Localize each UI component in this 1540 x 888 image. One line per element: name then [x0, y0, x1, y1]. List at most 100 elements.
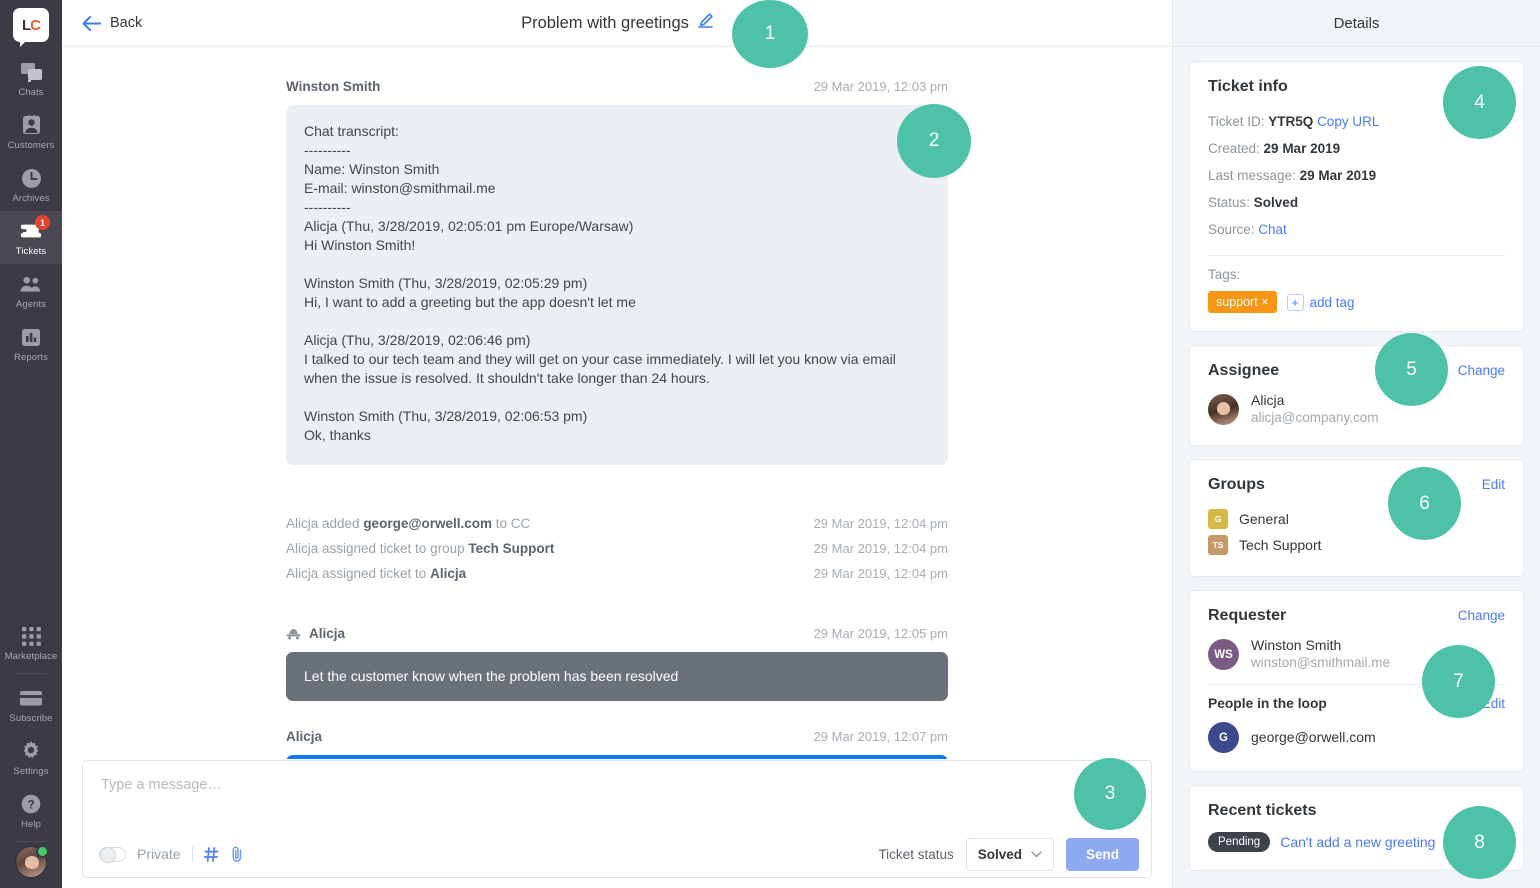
- composer-actions: Ticket status Solved Send: [878, 837, 1139, 871]
- status-label: Status:: [1208, 195, 1251, 210]
- livechat-logo[interactable]: LC: [13, 8, 49, 47]
- assignee-header: Assignee Change: [1208, 362, 1505, 380]
- requester-person: WS Winston Smith winston@smithmail.me: [1208, 637, 1505, 672]
- sidebar-divider: [16, 673, 46, 674]
- add-tag-button[interactable]: + add tag: [1286, 293, 1355, 311]
- requester-card: Requester Change WS Winston Smith winsto…: [1189, 590, 1524, 772]
- ticket-status-label: Ticket status: [878, 846, 954, 862]
- tickets-icon: 1: [20, 215, 50, 242]
- assignee-change-link[interactable]: Change: [1458, 363, 1505, 378]
- people-in-loop-edit-link[interactable]: Edit: [1482, 696, 1505, 711]
- message-author: Alicja: [286, 626, 345, 641]
- event-row: Alicja assigned ticket to Alicja 29 Mar …: [286, 561, 948, 586]
- tag-label: support: [1216, 295, 1258, 309]
- loop-avatar: G: [1208, 722, 1239, 753]
- chats-icon: [20, 61, 42, 83]
- details-panel: Details Ticket info Ticket ID: YTR5Q Cop…: [1172, 0, 1540, 888]
- sidebar-label-reports: Reports: [14, 352, 48, 363]
- message-input[interactable]: Type a message…: [83, 761, 1151, 831]
- paperclip-icon[interactable]: [230, 846, 244, 862]
- event-timestamp: 29 Mar 2019, 12:04 pm: [813, 541, 948, 556]
- chevron-down-icon: [1031, 850, 1042, 858]
- assignee-person: Alicja alicja@company.com: [1208, 392, 1505, 427]
- ticket-info-card: Ticket info Ticket ID: YTR5Q Copy URL Cr…: [1189, 61, 1524, 332]
- hashtag-icon[interactable]: [203, 846, 219, 862]
- source-row: Source: Chat: [1208, 216, 1505, 243]
- sidebar-item-settings[interactable]: Settings: [0, 731, 62, 784]
- ticket-status-select[interactable]: Solved: [965, 837, 1054, 871]
- sidebar-item-subscribe[interactable]: Subscribe: [0, 678, 62, 731]
- avatar[interactable]: [15, 845, 49, 878]
- event-log: Alicja added george@orwell.com to CC 29 …: [286, 511, 948, 586]
- loop-person: G george@orwell.com: [1208, 722, 1505, 753]
- last-message-value: 29 Mar 2019: [1299, 168, 1377, 183]
- sidebar-item-tickets[interactable]: 1 Tickets: [0, 211, 62, 264]
- gear-icon: [20, 740, 42, 762]
- ticket-topbar: Back Problem with greetings: [62, 0, 1172, 47]
- assignee-name: Alicja: [1251, 392, 1285, 408]
- sidebar-item-agents[interactable]: Agents: [0, 264, 62, 317]
- source-value[interactable]: Chat: [1258, 222, 1287, 237]
- source-label: Source:: [1208, 222, 1255, 237]
- message-header: Alicja 29 Mar 2019, 12:05 pm: [286, 626, 948, 641]
- message-timestamp: 29 Mar 2019, 12:07 pm: [813, 729, 948, 744]
- sidebar-item-customers[interactable]: Customers: [0, 105, 62, 158]
- sidebar-item-archives[interactable]: Archives: [0, 158, 62, 211]
- plus-icon: +: [1286, 293, 1304, 311]
- message-timestamp: 29 Mar 2019, 12:05 pm: [813, 626, 948, 641]
- message-transcript: Winston Smith 29 Mar 2019, 12:03 pm Chat…: [286, 79, 948, 465]
- message-header: Alicja 29 Mar 2019, 12:07 pm: [286, 729, 948, 744]
- toggle-knob: [100, 846, 116, 863]
- people-in-loop-header: People in the loop Edit: [1208, 696, 1505, 711]
- ticket-info-divider: [1208, 255, 1505, 256]
- copy-url-link[interactable]: Copy URL: [1317, 114, 1379, 129]
- event-row: Alicja assigned ticket to group Tech Sup…: [286, 536, 948, 561]
- event-timestamp: 29 Mar 2019, 12:04 pm: [813, 566, 948, 581]
- remove-tag-icon[interactable]: ×: [1261, 295, 1268, 309]
- sidebar-item-help[interactable]: ? Help: [0, 784, 62, 837]
- pencil-icon[interactable]: [698, 13, 713, 33]
- reports-icon: [20, 326, 42, 348]
- requester-divider: [1208, 684, 1505, 685]
- requester-change-link[interactable]: Change: [1458, 608, 1505, 623]
- message-private-note: Alicja 29 Mar 2019, 12:05 pm Let the cus…: [286, 626, 948, 701]
- recent-tickets-title: Recent tickets: [1208, 802, 1317, 819]
- groups-edit-link[interactable]: Edit: [1482, 477, 1505, 492]
- marketplace-icon: [20, 625, 42, 647]
- agents-icon: [20, 273, 42, 295]
- created-row: Created: 29 Mar 2019: [1208, 135, 1505, 162]
- sidebar-item-marketplace[interactable]: Marketplace: [0, 616, 62, 669]
- online-status-dot: [36, 845, 49, 858]
- groups-title: Groups: [1208, 476, 1265, 493]
- status-row: Status: Solved: [1208, 189, 1505, 216]
- ticket-info-title: Ticket info: [1208, 78, 1288, 95]
- group-row: G General: [1208, 506, 1505, 532]
- assignee-avatar: [1208, 394, 1239, 425]
- details-header: Details: [1173, 0, 1540, 47]
- ticket-id-value: YTR5Q: [1268, 114, 1314, 129]
- ticket-title-wrap: Problem with greetings: [62, 13, 1172, 33]
- sidebar-item-chats[interactable]: Chats: [0, 52, 62, 105]
- assignee-info: Alicja alicja@company.com: [1251, 392, 1379, 427]
- recent-ticket-link[interactable]: Can't add a new greeting: [1280, 834, 1435, 850]
- sidebar-label-marketplace: Marketplace: [4, 651, 58, 662]
- back-button[interactable]: Back: [82, 15, 142, 31]
- sidebar-label-tickets: Tickets: [15, 246, 47, 257]
- private-toggle[interactable]: [99, 846, 126, 863]
- logo-right-letter: C: [30, 16, 41, 34]
- event-timestamp: 29 Mar 2019, 12:04 pm: [813, 516, 948, 531]
- requester-header: Requester Change: [1208, 607, 1505, 625]
- customers-icon: [20, 114, 42, 136]
- message-composer: Type a message… Private Ticket status So…: [82, 760, 1152, 878]
- message-body: Chat transcript: ---------- Name: Winsto…: [286, 105, 948, 465]
- tag-chip[interactable]: support ×: [1208, 291, 1277, 313]
- tags-label: Tags:: [1208, 267, 1241, 282]
- note-body: Let the customer know when the problem h…: [286, 652, 948, 701]
- groups-header: Groups Edit: [1208, 476, 1505, 494]
- sidebar-item-reports[interactable]: Reports: [0, 317, 62, 370]
- event-text: Alicja added george@orwell.com to CC: [286, 516, 531, 531]
- created-value: 29 Mar 2019: [1263, 141, 1341, 156]
- svg-text:?: ?: [27, 798, 34, 812]
- send-button[interactable]: Send: [1065, 837, 1139, 871]
- requester-email: winston@smithmail.me: [1251, 655, 1390, 670]
